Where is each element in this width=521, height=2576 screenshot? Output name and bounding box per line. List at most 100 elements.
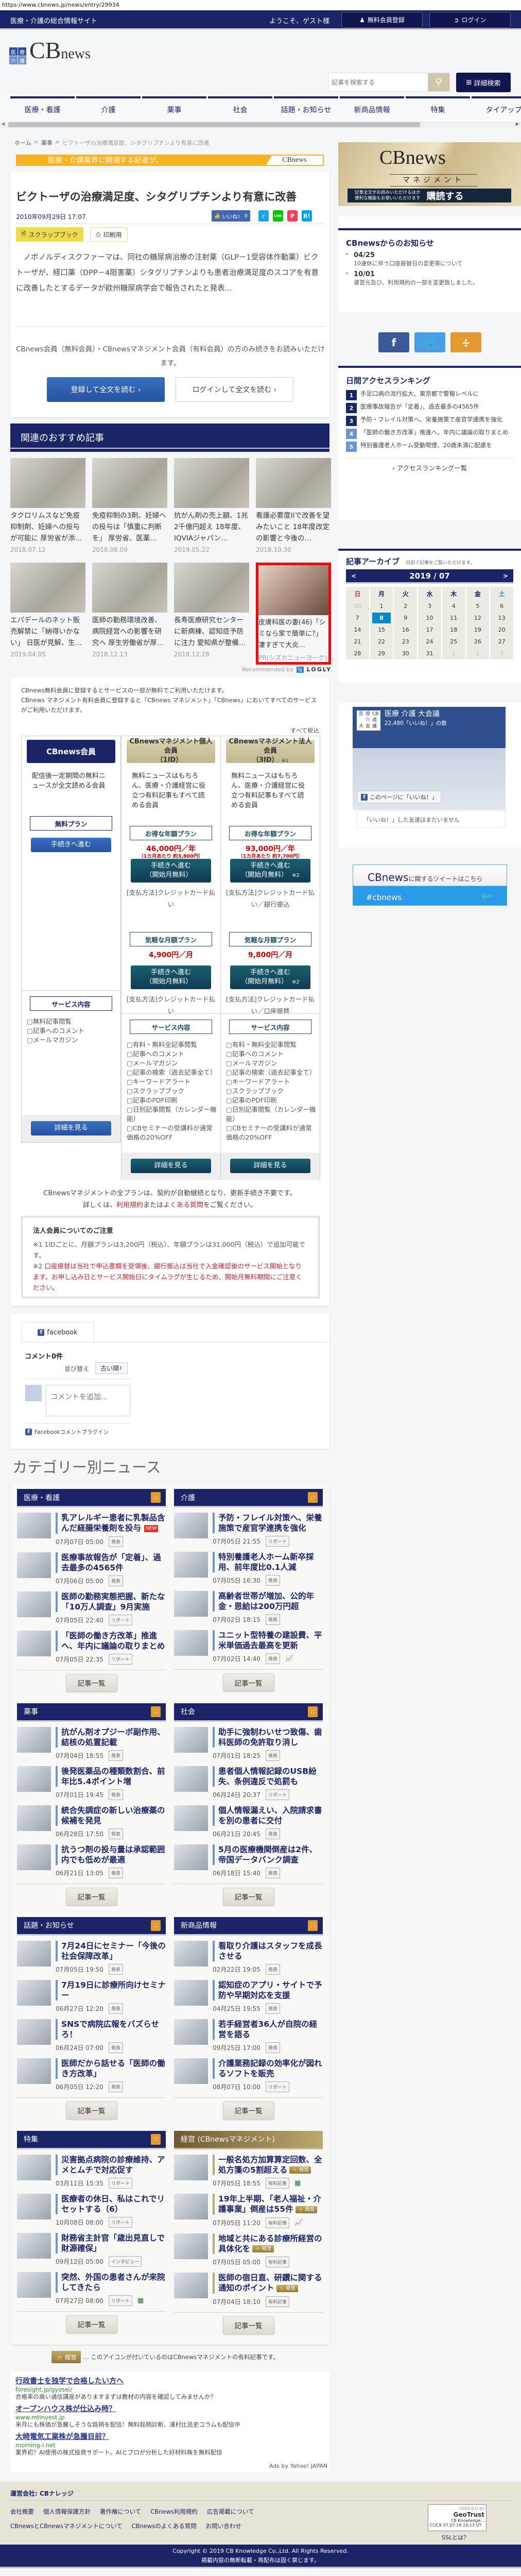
ad-url[interactable]: morning-i.net xyxy=(15,2442,324,2449)
site-logo[interactable]: 医療介護 CBnews xyxy=(9,39,91,64)
comment-input[interactable] xyxy=(46,1385,130,1416)
news-thumbnail[interactable] xyxy=(17,2193,51,2219)
address-bar[interactable]: https://www.cbnews.jp/news/entry/29934 xyxy=(0,0,521,10)
news-thumbnail[interactable] xyxy=(174,2058,208,2084)
news-title[interactable]: 若手経営者36人が自院の経営を語る xyxy=(213,2019,323,2040)
logly-credit[interactable]: Recommended by lg LOGLY xyxy=(242,666,332,673)
notice-item[interactable]: 10/01運営元及び、利用規約の一部を変更致しました。 xyxy=(346,270,513,286)
news-thumbnail[interactable] xyxy=(174,2273,208,2298)
nav-tab[interactable]: 社会 xyxy=(208,96,272,121)
news-title[interactable]: 7月19日に診療所向けセミナー xyxy=(56,1979,166,2001)
news-thumbnail[interactable] xyxy=(17,1513,51,1538)
category-name[interactable]: 経営 (CBnewsマネジメント) xyxy=(181,2134,275,2144)
news-title[interactable]: 災害拠点病院の診療維持、アメとムチで対応促す xyxy=(56,2154,166,2175)
article-list-button[interactable]: 記事一覧 xyxy=(65,2101,117,2120)
scrollbar-thumb[interactable] xyxy=(8,122,420,127)
search-input[interactable] xyxy=(328,73,428,91)
news-thumbnail[interactable] xyxy=(17,1805,51,1831)
recommended-article[interactable]: 長寿医療研究センターに新病棟、認知症予防に注力 愛知県が整備… 2018.12.2… xyxy=(174,563,249,665)
rss-icon[interactable]: ∷ xyxy=(308,1706,318,1717)
register-read-button[interactable]: 登録して全文を読む › xyxy=(47,377,165,402)
recommended-article[interactable]: エパデールのネット販売解禁に「納得いかない」 日医が見解、生… 2019.04.0… xyxy=(10,563,85,665)
news-title[interactable]: 特別養護老人ホーム新卒採用、前年度比0.1人減 xyxy=(213,1552,323,1572)
reporter-ad-banner[interactable]: 医療・介護業界に精通する記者が、 CBnews xyxy=(16,155,324,166)
news-thumbnail[interactable] xyxy=(174,1630,208,1656)
category-name[interactable]: 社会 xyxy=(181,1706,195,1717)
ranking-item[interactable]: 4 「医師の働き方改革」推進へ、年内に議論の取りまとめ xyxy=(346,429,513,439)
news-title[interactable]: SNSで病院広報をバズらせろ！ xyxy=(56,2019,166,2040)
article-list-button[interactable]: 記事一覧 xyxy=(65,1887,117,1906)
news-title[interactable]: 7月24日にセミナー「今後の社会保障改革」 xyxy=(56,1940,166,1961)
terms-link[interactable]: 利用規約 xyxy=(116,1201,143,1209)
ad-url[interactable]: foresight.jp/gyosei/ xyxy=(15,2386,324,2393)
news-thumbnail[interactable] xyxy=(174,1726,208,1753)
news-title[interactable]: 医療事故報告が「定着」、過去最多の4565件 xyxy=(56,1552,166,1573)
calendar-day[interactable]: 18 xyxy=(442,624,465,636)
ranking-item[interactable]: 5 特別養護老人ホーム受動喫煙、20歳未満に配慮を xyxy=(346,442,513,452)
category-name[interactable]: 医療・看護 xyxy=(24,1493,60,1503)
calendar-day[interactable]: 29 xyxy=(370,648,393,659)
calendar-day[interactable]: 17 xyxy=(418,624,441,636)
nav-tab[interactable]: 薬事 xyxy=(142,96,206,121)
footer-link[interactable]: お問い合わせ xyxy=(206,2522,241,2530)
nav-tab[interactable]: 話題・お知らせ xyxy=(274,96,338,121)
news-title[interactable]: 介護業務記録の効率化が図れるソフトを販売 xyxy=(213,2058,323,2079)
news-title[interactable]: 一般名処方加算算定回数、全処方箋の5割超える 🔒 経営 xyxy=(213,2154,323,2175)
nav-scrollbar[interactable]: ◀ ▶ xyxy=(0,122,521,128)
twitter-share-icon[interactable]: 𝕣 xyxy=(258,210,269,222)
tab-facebook[interactable]: f facebook xyxy=(21,1322,94,1343)
page-name[interactable]: 医療 介護 大会議 xyxy=(385,710,447,719)
sponsored-article[interactable]: 皮膚科医の妻(46)「シミなら家で簡単に?」凄すぎて大炎… PR(シズカニューヨー… xyxy=(256,563,331,665)
scroll-left-icon[interactable]: ◀ xyxy=(2,122,5,126)
news-thumbnail[interactable] xyxy=(17,1726,51,1753)
calendar-day-selected[interactable]: 8 xyxy=(370,612,393,624)
calendar-day[interactable]: 20 xyxy=(490,624,513,636)
news-thumbnail[interactable] xyxy=(174,2019,208,2045)
ranking-item[interactable]: 3 予防・フレイル対策へ、栄養施策で産官学連携を強化 xyxy=(346,416,513,426)
next-month-button[interactable]: > xyxy=(503,572,508,580)
calendar-day[interactable]: 6 xyxy=(490,600,513,612)
detail-button[interactable]: 詳細を見る xyxy=(131,1159,211,1173)
news-title[interactable]: 患者個人情報記録のUSB紛失、条例違反で処罰も xyxy=(213,1766,323,1787)
breadcrumb-category[interactable]: 薬事 xyxy=(41,139,53,147)
calendar-day[interactable]: 10 xyxy=(418,612,441,624)
monthly-proceed-button[interactable]: 手続きへ進む （開始月無料） ※2 xyxy=(230,965,310,989)
line-share-icon[interactable]: LINE xyxy=(272,210,283,222)
annual-proceed-button[interactable]: 手続きへ進む （開始月無料） ※2 xyxy=(230,859,310,883)
news-title[interactable]: 看取り介護はスタッフを成長させる xyxy=(213,1940,323,1961)
prev-month-button[interactable]: < xyxy=(351,572,356,580)
category-name[interactable]: 薬事 xyxy=(24,1706,38,1717)
rss-icon[interactable]: ∷ xyxy=(308,1920,318,1931)
ranking-item[interactable]: 2 医療事故報告が「定着」、過去最多の4565件 xyxy=(346,403,513,413)
register-button[interactable]: ♟ 無料会員登録 xyxy=(341,12,423,28)
calendar-day[interactable]: 12 xyxy=(466,612,490,624)
footer-link[interactable]: 広告掲載について xyxy=(207,2507,254,2516)
scroll-right-icon[interactable]: ▶ xyxy=(516,122,519,126)
category-name[interactable]: 話題・お知らせ xyxy=(24,1920,74,1930)
calendar-day[interactable]: 21 xyxy=(346,636,369,648)
news-thumbnail[interactable] xyxy=(17,1766,51,1792)
calendar-day[interactable]: 4 xyxy=(442,600,465,612)
annual-proceed-button[interactable]: 手続きへ進む （開始月無料） xyxy=(131,859,211,883)
nav-tab[interactable]: 新商品情報 xyxy=(340,96,404,121)
calendar-day[interactable]: 3 xyxy=(418,600,441,612)
calendar-day[interactable]: 25 xyxy=(442,636,465,648)
calendar-day[interactable]: 24 xyxy=(418,636,441,648)
ads-credit[interactable]: Ads by Yahoo! JAPAN xyxy=(269,2463,327,2469)
news-title[interactable]: ユニット型特養の建設費、平米単価過去最高を更新 xyxy=(213,1630,323,1651)
calendar-day[interactable]: 14 xyxy=(346,624,369,636)
news-title[interactable]: 予防・フレイル対策へ、栄養施策で産官学連携を強化 xyxy=(213,1513,323,1533)
twitter-hashtag-banner[interactable]: CBnewsに関するツイートはこちら #cbnews 🐦 xyxy=(353,865,507,906)
calendar-day[interactable]: 15 xyxy=(370,624,393,636)
news-title[interactable]: 医師の宿日直、研鑽に関する通知のポイント 🔒 経営 xyxy=(213,2273,323,2294)
news-thumbnail[interactable] xyxy=(17,1940,51,1967)
login-button[interactable]: ➲ ログイン xyxy=(429,12,511,28)
footer-link[interactable]: CBnews利用規約 xyxy=(150,2507,198,2516)
calendar-day[interactable]: 9 xyxy=(394,612,418,624)
news-title[interactable]: 助手に強制わいせつ致傷、歯科医師の免許取り消し xyxy=(213,1726,323,1748)
calendar-day[interactable]: 23 xyxy=(394,636,418,648)
news-title[interactable]: 抗がん剤オプジーボ副作用、結核の処置記載 xyxy=(56,1726,166,1748)
news-title[interactable]: 抗うつ剤の投与量は承認範囲内でも低めが最適 xyxy=(56,1844,166,1865)
ranking-all-link[interactable]: › アクセスランキング一覧 xyxy=(346,458,513,472)
calendar-day[interactable]: 28 xyxy=(346,648,369,659)
